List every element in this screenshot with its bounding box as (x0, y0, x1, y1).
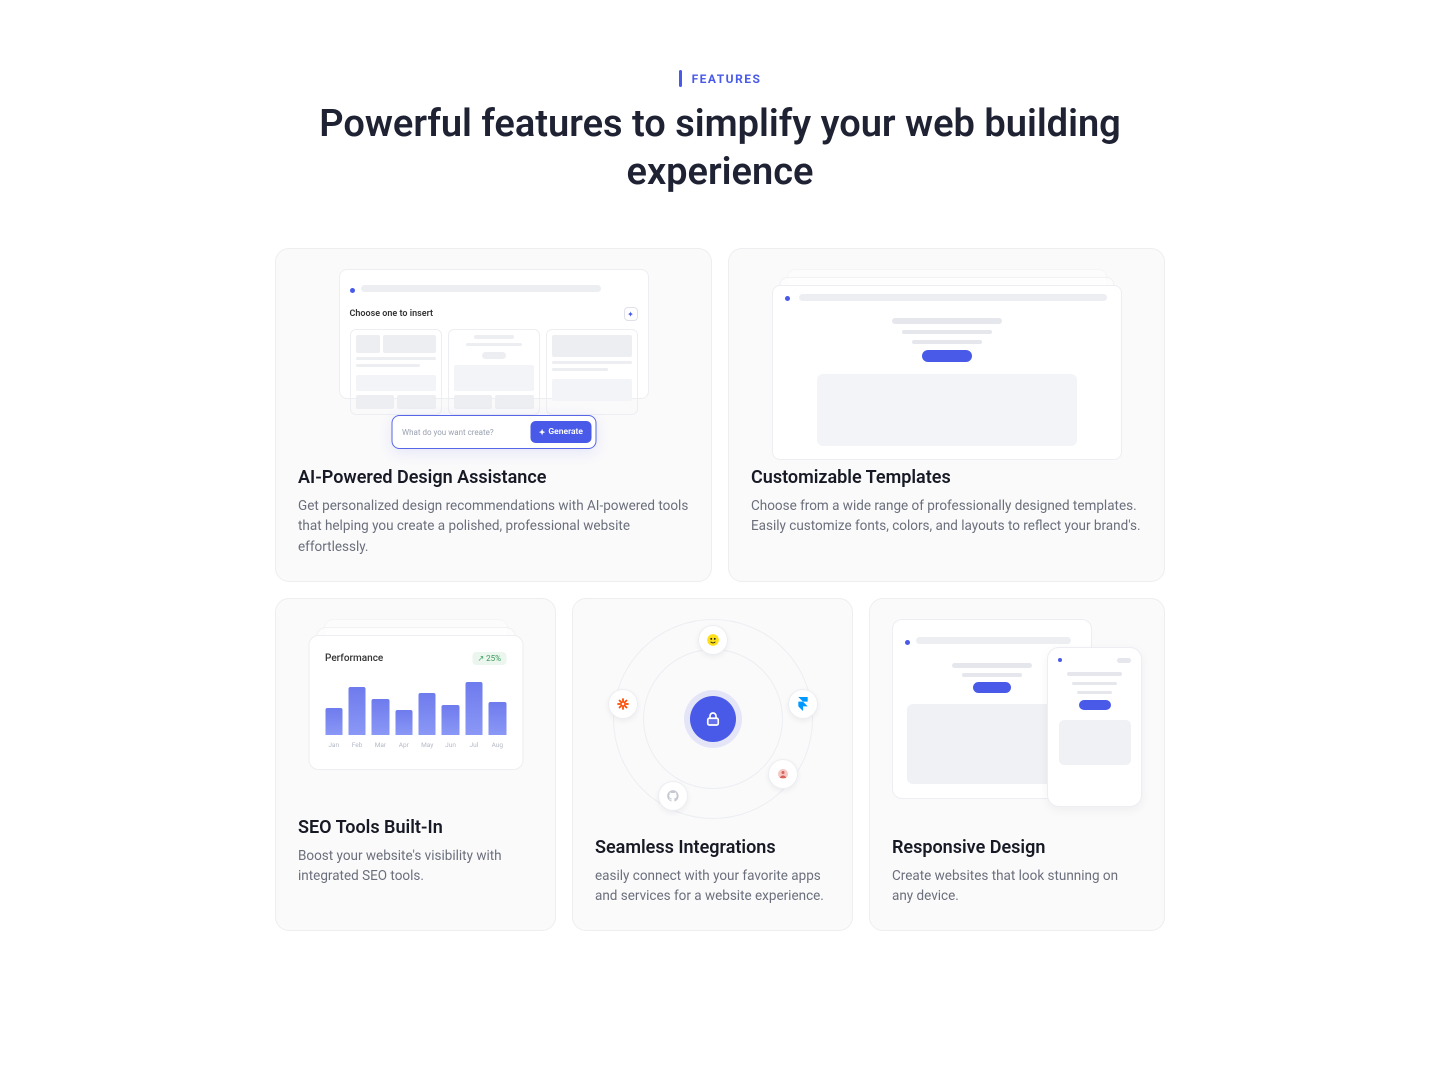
month-label: Mar (372, 741, 389, 749)
chart-bar (489, 702, 506, 735)
seo-illustration: Performance ↗ 25% Jan Feb Mar Apr May Jun Jul A… (303, 619, 528, 799)
responsive-illustration (892, 619, 1142, 819)
chart-bar (442, 705, 459, 735)
card-desc: Boost your website's visibility with int… (298, 846, 533, 887)
month-label: Jul (465, 741, 482, 749)
mailchimp-icon (698, 625, 728, 655)
integrations-illustration (598, 619, 828, 819)
sparkle-icon: ✦ (624, 307, 638, 321)
ai-illustration: Choose one to insert ✦ (339, 269, 649, 449)
ai-prompt-bar[interactable]: What do you want create? ✦ Generate (391, 415, 596, 449)
eyebrow: FEATURES (275, 70, 1165, 87)
integration-icon (768, 759, 798, 789)
month-label: Jun (442, 741, 459, 749)
card-title: SEO Tools Built-In (298, 817, 533, 838)
perf-value: 25% (486, 654, 501, 663)
eyebrow-text: FEATURES (692, 72, 762, 86)
month-label: May (419, 741, 436, 749)
prompt-placeholder: What do you want create? (402, 428, 531, 437)
choose-label: Choose one to insert (350, 309, 434, 319)
month-label: Aug (489, 741, 506, 749)
sparkle-icon: ✦ (539, 428, 546, 437)
github-icon (658, 781, 688, 811)
chart-bar (395, 710, 412, 735)
generate-button[interactable]: ✦ Generate (531, 421, 591, 443)
chart-bar (325, 708, 342, 735)
card-title: Responsive Design (892, 837, 1142, 858)
zapier-icon (608, 689, 638, 719)
section-heading: Powerful features to simplify your web b… (275, 101, 1165, 196)
lock-icon (690, 696, 736, 742)
chart-bar (465, 682, 482, 735)
templates-illustration (772, 269, 1122, 449)
chart-bar (348, 687, 365, 735)
card-desc: Choose from a wide range of professional… (751, 496, 1142, 537)
month-label: Apr (395, 741, 412, 749)
chart-bar (419, 693, 436, 735)
eyebrow-bar (679, 70, 682, 87)
feature-card-ai: Choose one to insert ✦ (275, 248, 712, 582)
feature-card-responsive: Responsive Design Create websites that l… (869, 598, 1165, 932)
card-title: Customizable Templates (751, 467, 1142, 488)
performance-badge: ↗ 25% (472, 652, 506, 665)
chart-bar (372, 699, 389, 735)
generate-label: Generate (548, 427, 583, 437)
card-desc: Get personalized design recommendations … (298, 496, 689, 557)
card-title: AI-Powered Design Assistance (298, 467, 689, 488)
feature-card-integrations: Seamless Integrations easily connect wit… (572, 598, 853, 932)
performance-label: Performance (325, 653, 383, 664)
month-label: Jan (325, 741, 342, 749)
framer-icon (788, 689, 818, 719)
card-desc: easily connect with your favorite apps a… (595, 866, 830, 907)
card-title: Seamless Integrations (595, 837, 830, 858)
feature-card-seo: Performance ↗ 25% Jan Feb Mar Apr May Jun Jul A… (275, 598, 556, 932)
feature-card-templates: Customizable Templates Choose from a wid… (728, 248, 1165, 582)
month-label: Feb (348, 741, 365, 749)
template-cta-button (922, 350, 972, 362)
trend-up-icon: ↗ (477, 654, 484, 663)
card-desc: Create websites that look stunning on an… (892, 866, 1142, 907)
